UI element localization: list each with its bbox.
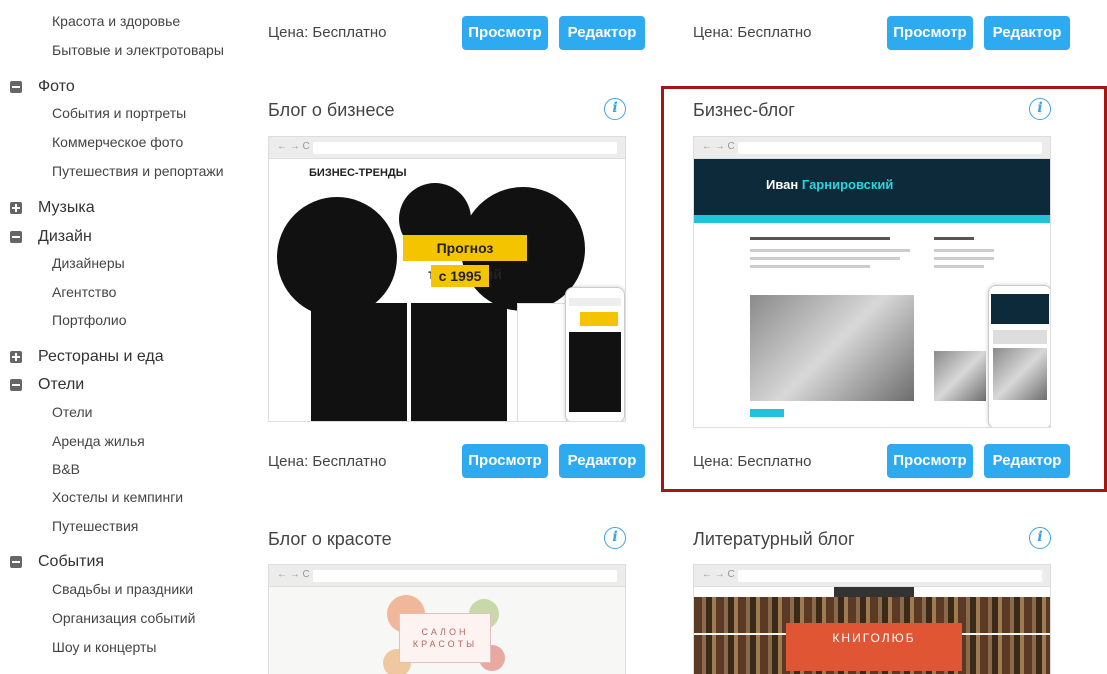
sidebar-category-label: Рестораны и еда [38, 348, 164, 365]
nav-arrows-icon: ← → C [277, 141, 310, 152]
sidebar-subcategory[interactable]: События и портреты [52, 105, 186, 121]
thumb-photo [934, 351, 986, 401]
sidebar-subcategory[interactable]: Агентство [52, 284, 116, 300]
info-icon[interactable]: i [604, 527, 626, 549]
thumb-photo [750, 295, 914, 401]
thumb-tag: с 1995 [431, 265, 489, 287]
thumb-nav-bar [694, 215, 1050, 223]
sidebar-subcategory[interactable]: Путешествия [52, 518, 138, 534]
sidebar-subcategory[interactable]: Шоу и концерты [52, 639, 156, 655]
mobile-preview [565, 287, 625, 421]
expand-icon[interactable] [10, 202, 22, 214]
category-sidebar: Красота и здоровье Бытовые и электротовар… [0, 0, 250, 674]
price-label: Цена: Бесплатно [268, 24, 387, 41]
collapse-icon[interactable] [10, 379, 22, 391]
browser-bar: ← → C [269, 137, 625, 159]
sidebar-category-label: События [38, 553, 105, 570]
info-icon[interactable]: i [1029, 98, 1051, 120]
browser-bar: ← → C [269, 565, 625, 587]
sidebar-subcategory[interactable]: Коммерческое фото [52, 134, 183, 150]
card-title-business-blog: Блог о бизнесе [268, 100, 395, 120]
sidebar-subcategory[interactable]: Бытовые и электротовары [52, 42, 224, 58]
sidebar-subcategory[interactable]: Аренда жилья [52, 433, 145, 449]
thumb-tag: Прогноз тенденций [403, 235, 527, 282]
editor-button[interactable]: Редактор [559, 444, 645, 478]
view-button[interactable]: Просмотр [462, 444, 548, 478]
collapse-icon[interactable] [10, 231, 22, 243]
card-title-lit-blog: Литературный блог [693, 529, 855, 549]
sidebar-subcategory[interactable]: Портфолио [52, 312, 127, 328]
sidebar-category-label: Фото [38, 78, 75, 95]
template-preview-biz-blog[interactable]: ← → C Иван Гарнировский [693, 136, 1051, 428]
sidebar-category-label: Музыка [38, 199, 95, 216]
info-icon[interactable]: i [604, 98, 626, 120]
mobile-preview [988, 285, 1050, 427]
thumb-sidebar [517, 303, 567, 421]
sidebar-category[interactable]: Дизайн [10, 228, 92, 246]
thumb-article [411, 303, 507, 421]
template-preview-lit-blog[interactable]: ← → C КНИГОЛЮБ [693, 564, 1051, 674]
nav-arrows-icon: ← → C [702, 141, 735, 152]
collapse-icon[interactable] [10, 556, 22, 568]
sidebar-subcategory[interactable]: Путешествия и репортажи [52, 163, 224, 179]
price-label: Цена: Бесплатно [268, 453, 387, 470]
sidebar-category[interactable]: Рестораны и еда [10, 348, 164, 366]
sidebar-subcategory[interactable]: Организация событий [52, 610, 195, 626]
template-preview-business-blog[interactable]: ← → C БИЗНЕС-ТРЕНДЫ Прогноз тенденций с … [268, 136, 626, 422]
thumb-logo: БИЗНЕС-ТРЕНДЫ [309, 167, 407, 179]
editor-button[interactable]: Редактор [984, 444, 1070, 478]
gear-icon [277, 197, 397, 317]
template-preview-beauty-blog[interactable]: ← → C САЛОН КРАСОТЫ [268, 564, 626, 674]
nav-arrows-icon: ← → C [702, 569, 735, 580]
thumb-salon-badge: САЛОН КРАСОТЫ [399, 613, 491, 663]
sidebar-category[interactable]: События [10, 553, 104, 571]
browser-bar: ← → C [694, 137, 1050, 159]
price-label: Цена: Бесплатно [693, 24, 812, 41]
view-button[interactable]: Просмотр [462, 16, 548, 50]
sidebar-category-label: Дизайн [38, 228, 92, 245]
card-title-beauty-blog: Блог о красоте [268, 529, 392, 549]
sidebar-subcategory[interactable]: Красота и здоровье [52, 13, 180, 29]
info-icon[interactable]: i [1029, 527, 1051, 549]
collapse-icon[interactable] [10, 81, 22, 93]
card-title-biz-blog: Бизнес-блог [693, 100, 795, 120]
sidebar-subcategory[interactable]: B&B [52, 461, 80, 477]
sidebar-category[interactable]: Отели [10, 376, 84, 394]
browser-bar: ← → C [694, 565, 1050, 587]
expand-icon[interactable] [10, 351, 22, 363]
sidebar-subcategory[interactable]: Хостелы и кемпинги [52, 489, 183, 505]
editor-button[interactable]: Редактор [559, 16, 645, 50]
thumb-article [311, 303, 407, 421]
sidebar-category-label: Отели [38, 376, 85, 393]
sidebar-subcategory[interactable]: Дизайнеры [52, 255, 125, 271]
sidebar-subcategory[interactable]: Свадьбы и праздники [52, 581, 193, 597]
editor-button[interactable]: Редактор [984, 16, 1070, 50]
sidebar-subcategory[interactable]: Отели [52, 404, 92, 420]
thumb-lit-badge: КНИГОЛЮБ [786, 623, 962, 671]
view-button[interactable]: Просмотр [887, 444, 973, 478]
sidebar-category[interactable]: Фото [10, 78, 75, 96]
price-label: Цена: Бесплатно [693, 453, 812, 470]
view-button[interactable]: Просмотр [887, 16, 973, 50]
thumb-author-name: Иван Гарнировский [766, 177, 894, 192]
sidebar-category[interactable]: Музыка [10, 199, 95, 217]
nav-arrows-icon: ← → C [277, 569, 310, 580]
